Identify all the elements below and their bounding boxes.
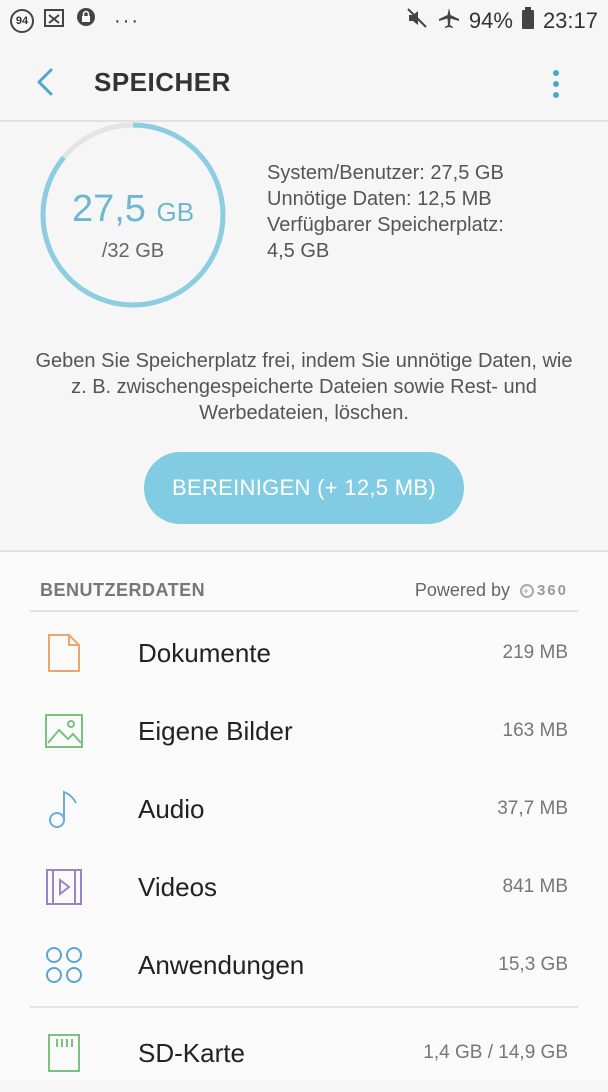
- sd-divider: [30, 1006, 578, 1008]
- item-size: 1,4 GB / 14,9 GB: [423, 1042, 568, 1063]
- sd-card-icon: [44, 1033, 84, 1073]
- item-label: Eigene Bilder: [138, 715, 293, 746]
- more-options-button[interactable]: [536, 64, 576, 104]
- apps-icon: [44, 945, 84, 985]
- storage-info: System/Benutzer: 27,5 GB Unnötige Daten:…: [267, 160, 597, 264]
- info-system-user: System/Benutzer: 27,5 GB: [267, 162, 504, 184]
- item-label: Videos: [138, 871, 218, 902]
- item-size: 15,3 GB: [498, 954, 568, 975]
- music-note-icon: [44, 789, 84, 829]
- more-vertical-icon: [553, 70, 559, 98]
- lock-chat-icon: [74, 6, 98, 36]
- list-item-sd-karte[interactable]: SD-Karte 1,4 GB / 14,9 GB: [0, 1014, 608, 1092]
- item-size: 219 MB: [502, 642, 568, 663]
- list-item-anwendungen[interactable]: Anwendungen 15,3 GB: [0, 926, 608, 1004]
- powered-by-label: Powered by: [414, 580, 510, 600]
- clean-up-button[interactable]: BEREINIGEN (+ 12,5 MB): [144, 452, 464, 524]
- mute-icon: [405, 6, 429, 36]
- video-icon: [44, 867, 84, 907]
- logo-360-text: 360: [536, 582, 568, 599]
- status-right: 94% 23:17: [405, 6, 598, 36]
- item-label: Anwendungen: [138, 949, 305, 980]
- info-unnecessary-data: Unnötige Daten: 12,5 MB: [267, 188, 492, 210]
- list-header-divider: [30, 610, 578, 612]
- cleanup-description: Geben Sie Speicherplatz frei, indem Sie …: [35, 350, 573, 424]
- logo-360: + 360: [519, 582, 568, 599]
- notification-count-badge: 94: [10, 9, 34, 33]
- clock: 23:17: [542, 8, 598, 33]
- item-size: 163 MB: [502, 720, 568, 741]
- page-title: SPEICHER: [94, 66, 231, 97]
- airplane-mode-icon: [437, 6, 461, 36]
- plus-circle-icon: +: [519, 583, 534, 598]
- list-item-audio[interactable]: Audio 37,7 MB: [0, 770, 608, 848]
- info-available-value: 4,5 GB: [267, 240, 330, 262]
- used-unit: GB: [156, 197, 195, 227]
- document-icon: [44, 633, 84, 673]
- section-header: BENUTZERDATEN Powered by + 360: [40, 580, 568, 601]
- status-bar: 94 ··· 94% 23:17: [0, 0, 608, 42]
- image-icon: [44, 711, 84, 751]
- battery-icon: [521, 6, 535, 36]
- screenshot-icon: [42, 6, 66, 36]
- battery-percent: 94%: [468, 8, 513, 33]
- item-label: Dokumente: [138, 637, 271, 668]
- back-button[interactable]: [18, 54, 74, 110]
- used-value: 27,5: [71, 188, 146, 230]
- status-left: 94 ···: [10, 6, 140, 36]
- item-size: 841 MB: [502, 876, 568, 897]
- app-bar: SPEICHER: [0, 42, 608, 122]
- total-storage: /32 GB: [101, 240, 165, 262]
- info-available-label: Verfügbarer Speicherplatz:: [267, 214, 504, 236]
- back-arrow-icon: [37, 68, 53, 96]
- item-label: Audio: [138, 793, 205, 824]
- used-storage-value: 27,5 GB: [38, 188, 228, 231]
- powered-by: Powered by + 360: [415, 580, 568, 601]
- user-data-section: BENUTZERDATEN Powered by + 360 Dokumente…: [0, 552, 608, 1080]
- section-title: BENUTZERDATEN: [40, 580, 206, 600]
- list-item-eigene-bilder[interactable]: Eigene Bilder 163 MB: [0, 692, 608, 770]
- list-item-videos[interactable]: Videos 841 MB: [0, 848, 608, 926]
- list-item-dokumente[interactable]: Dokumente 219 MB: [0, 614, 608, 692]
- more-notifications-icon: ···: [114, 9, 140, 32]
- item-label: SD-Karte: [138, 1037, 245, 1068]
- item-size: 37,7 MB: [497, 798, 568, 819]
